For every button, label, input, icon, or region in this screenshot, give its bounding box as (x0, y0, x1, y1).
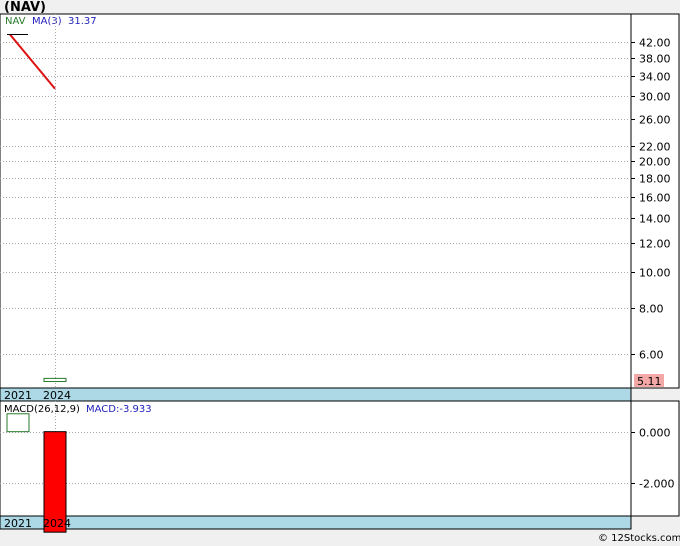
stock-chart: (NAV) NAV MA(3) 31.37 MACD(26,12,9) MACD… (0, 0, 680, 544)
macd-value-label: MACD:-3.933 (86, 404, 152, 415)
price-tick-label: 18.00 (639, 173, 671, 186)
price-tick-label: 38.00 (639, 53, 671, 66)
price-year-label: 2021 (4, 389, 32, 402)
price-tick-label: 26.00 (639, 114, 671, 127)
legend-ma-label: MA(3) (32, 16, 62, 27)
price-tick-label: 20.00 (639, 156, 671, 169)
price-pane (0, 13, 632, 389)
price-tick-label: 8.00 (639, 303, 664, 316)
price-tick-label: 12.00 (639, 238, 671, 251)
macd-tick-label: 0.000 (639, 427, 671, 440)
price-tick-label: 22.00 (639, 141, 671, 154)
macd-pane (0, 400, 632, 517)
price-date-band (0, 387, 632, 402)
candle (43, 377, 67, 383)
macd-bar (6, 413, 30, 433)
price-tick-label: 42.00 (639, 37, 671, 50)
price-tick-label: 34.00 (639, 71, 671, 84)
price-tick-label: 10.00 (639, 267, 671, 280)
price-tick-label: 6.00 (639, 349, 664, 362)
macd-date-band (0, 515, 632, 530)
macd-year-label: 2021 (4, 517, 32, 530)
macd-axis-area (630, 400, 680, 517)
price-year-label: 2024 (43, 389, 71, 402)
last-price-label: 5.11 (637, 375, 662, 388)
chart-title: (NAV) (4, 0, 46, 15)
price-tick-label: 30.00 (639, 91, 671, 104)
legend-ma-value: 31.37 (68, 16, 97, 27)
macd-year-label: 2024 (43, 517, 71, 530)
watermark: © 12Stocks.com (598, 533, 680, 544)
macd-tick-label: -2.000 (639, 478, 674, 491)
legend-symbol: NAV (5, 16, 26, 27)
price-tick-label: 14.00 (639, 213, 671, 226)
price-tick-label: 16.00 (639, 192, 671, 205)
